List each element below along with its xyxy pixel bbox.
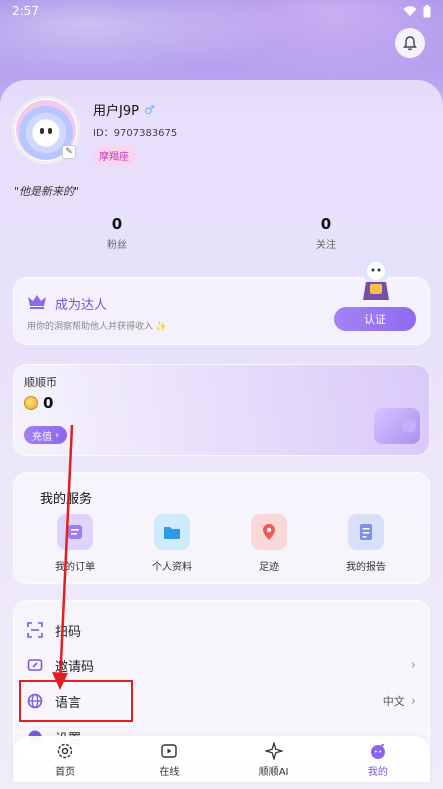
tab-label-online: 在线 [159,766,180,778]
service-footprint[interactable]: 足迹 [234,514,304,573]
crown-icon [28,295,46,309]
chevron-right-icon: › [410,693,416,709]
bottom-tab-bar: 首页 在线 顺顺AI 我的 [13,736,430,782]
chevron-right-icon: › [410,657,416,673]
battery-icon [423,4,431,17]
tab-ai[interactable]: 顺顺AI [234,741,314,778]
sparkle-icon: ✨ [155,322,168,332]
service-label: 足迹 [259,562,279,573]
recharge-button[interactable]: 充值 › [24,426,67,444]
chevron-right-icon: › [55,429,59,441]
tab-label-home: 首页 [55,766,76,778]
gear-flower-icon [55,741,75,761]
status-bar: 2:57 [0,0,443,22]
order-icon [57,514,93,550]
service-label: 我的报告 [346,562,386,573]
followers-stat[interactable]: 0 粉丝 [77,215,157,251]
tab-online[interactable]: 在线 [129,741,209,778]
tab-label-ai: 顺顺AI [258,766,289,778]
following-stat[interactable]: 0 关注 [286,215,366,251]
coin-title: 顺顺币 [24,376,57,389]
mine-icon [368,741,388,761]
expert-title: 成为达人 [55,298,108,313]
followers-label: 粉丝 [107,240,127,251]
notification-button[interactable] [395,28,425,58]
recharge-label: 充值 [32,431,52,443]
tab-home[interactable]: 首页 [25,741,105,778]
following-count: 0 [320,215,332,233]
username: 用户J9P ♂ [93,102,155,120]
following-label: 关注 [316,240,336,251]
menu-label-scan: 扫码 [55,624,82,640]
service-my-reports[interactable]: 我的报告 [331,514,401,573]
menu-item-scan[interactable]: 扫码 [13,612,430,648]
expert-subtitle: 用你的洞察帮助他人并获得收入 [27,322,154,332]
services-title: 我的服务 [40,492,93,507]
annotation-highlight-box [19,680,133,722]
folder-icon [154,514,190,550]
tab-label-mine: 我的 [367,766,388,778]
sparkle-icon [264,741,284,761]
wallet-icon [374,408,420,444]
tab-mine[interactable]: 我的 [338,741,418,778]
scan-icon [27,622,43,638]
bell-icon [403,35,417,50]
coin-icon [24,396,38,410]
my-services-card: 我的服务 我的订单 个人资料 足迹 我的报告 [13,472,430,584]
menu-label-invite: 邀请码 [55,659,95,675]
wifi-icon [403,5,417,16]
language-value: 中文 [382,695,405,708]
report-icon [348,514,384,550]
service-label: 我的订单 [55,562,95,573]
zodiac-badge: 摩羯座 [93,146,135,165]
edit-avatar-icon[interactable]: ✎ [62,145,76,159]
coin-card: 顺顺币 0 充值 › [13,364,430,456]
play-icon [159,741,179,761]
certify-button[interactable]: 认证 [334,307,416,331]
user-bio: "他是新来的" [14,185,80,198]
user-id: ID：9707383675 [93,128,178,139]
mascot-image [362,256,390,300]
male-icon: ♂ [143,102,155,117]
service-my-orders[interactable]: 我的订单 [40,514,110,573]
ticket-icon [27,657,43,673]
service-profile[interactable]: 个人资料 [137,514,207,573]
coin-amount: 0 [43,394,54,412]
menu-item-invite-code[interactable]: 邀请码 › [13,647,430,683]
service-label: 个人资料 [152,562,192,573]
followers-count: 0 [111,215,123,233]
location-pin-icon [251,514,287,550]
status-time: 2:57 [12,4,39,18]
